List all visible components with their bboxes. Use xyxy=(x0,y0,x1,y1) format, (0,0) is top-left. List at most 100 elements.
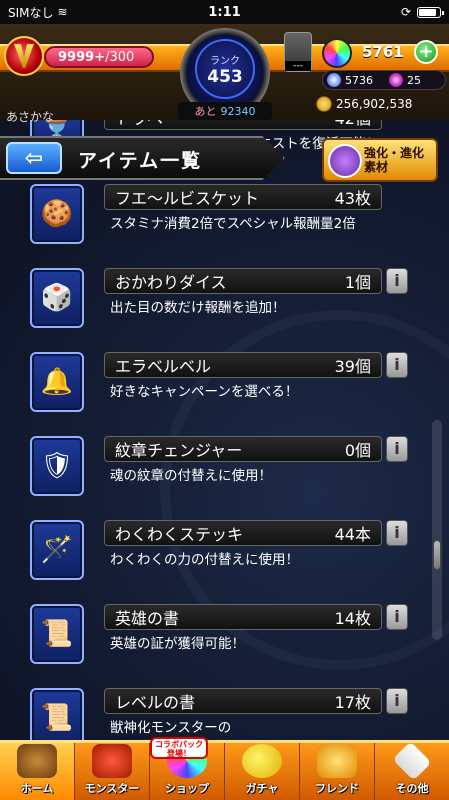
evolve-label-line1: 強化・進化 xyxy=(364,146,425,160)
rank-inner: ランク 453 xyxy=(195,39,255,99)
item-desc: 出た目の数だけ報酬を追加！ xyxy=(110,300,286,316)
item-name: トラベ xyxy=(115,120,163,129)
scrollbar-thumb[interactable] xyxy=(433,540,441,570)
item-list[interactable]: ⌛ トラベ 42個 タイムシフトで好きなクエストを復活可能！ 🍪 フエ〜ルビスケ… xyxy=(0,120,449,740)
dice-icon: 🎲 xyxy=(30,268,84,328)
list-item[interactable]: 🎲 おかわりダイス 1個 i 出た目の数だけ報酬を追加！ xyxy=(0,262,449,348)
item-desc: 好きなキャンペーンを選べる！ xyxy=(110,384,299,400)
list-item[interactable]: 🛡 紋章チェンジャー 0個 i 魂の紋章の付替えに使用！ xyxy=(0,430,449,516)
stamina-max: /300 xyxy=(105,49,135,65)
nav-label: その他 xyxy=(395,782,429,795)
hero-book-icon: 📜 xyxy=(30,604,84,664)
item-name-box: エラベルベル 39個 xyxy=(104,352,382,378)
item-name: おかわりダイス xyxy=(115,273,227,292)
stamina-icon xyxy=(4,36,44,76)
item-desc: 獣神化モンスターの xyxy=(110,720,232,736)
scrollbar-track[interactable] xyxy=(432,420,442,640)
info-button[interactable]: i xyxy=(386,688,408,714)
item-name-box: 紋章チェンジャー 0個 xyxy=(104,436,382,462)
item-name: わくわくステッキ xyxy=(115,525,244,544)
nav-other[interactable]: その他 xyxy=(375,741,449,800)
stick-icon: 🪄 xyxy=(30,520,84,580)
nav-gacha[interactable]: ガチャ xyxy=(225,743,300,800)
materials-icon xyxy=(328,144,362,178)
orb-count: 5761 xyxy=(362,43,404,61)
item-name: フエ〜ルビスケット xyxy=(115,189,260,208)
info-button[interactable]: i xyxy=(386,604,408,630)
collab-pack-badge: コラボパック登場！ xyxy=(150,737,208,759)
info-button[interactable]: i xyxy=(386,520,408,546)
biscuit-icon: 🍪 xyxy=(30,184,84,244)
item-name: 英雄の書 xyxy=(115,609,180,628)
item-count: 14枚 xyxy=(334,609,371,628)
friend-icon xyxy=(317,744,357,778)
list-item[interactable]: 🪄 わくわくステッキ 44本 i わくわくの力の付替えに使用！ xyxy=(0,514,449,600)
info-button[interactable]: i xyxy=(386,352,408,378)
item-name-box: わくわくステッキ 44本 xyxy=(104,520,382,546)
item-desc: スタミナ消費2倍でスペシャル報酬量2倍 xyxy=(110,216,356,232)
nav-label: ショップ xyxy=(165,782,209,795)
evolve-button-label: 強化・進化 素材 xyxy=(364,146,424,174)
carrier: SIMなし ≋ xyxy=(8,4,128,21)
stamina-value: 9999+ xyxy=(58,49,106,65)
gacha-icon xyxy=(242,744,282,778)
next-rank-label: あと xyxy=(194,105,217,118)
page-title: アイテム一覧 xyxy=(78,150,203,172)
level-book-icon: 📜 xyxy=(30,688,84,740)
list-item[interactable]: 🔔 エラベルベル 39個 i 好きなキャンペーンを選べる！ xyxy=(0,346,449,432)
back-arrow-icon: ⇦ xyxy=(24,145,44,171)
currency2-value: 25 xyxy=(407,73,421,87)
item-count: 43枚 xyxy=(334,189,371,208)
home-icon xyxy=(17,744,57,778)
soul-icon xyxy=(389,73,403,87)
monster-icon xyxy=(92,744,132,778)
list-item[interactable]: 📜 レベルの書 17枚 i 獣神化モンスターの xyxy=(0,682,449,740)
list-item[interactable]: 🍪 フエ〜ルビスケット 43枚 スタミナ消費2倍でスペシャル報酬量2倍 xyxy=(0,178,449,264)
nav-label: フレンド xyxy=(315,782,359,795)
rank-value: 453 xyxy=(207,66,243,87)
badge-slot[interactable]: --- xyxy=(284,32,312,72)
item-count: 44本 xyxy=(334,525,371,544)
bell-icon: 🔔 xyxy=(30,352,84,412)
nav-label: ホーム xyxy=(20,782,54,795)
item-name-box: 英雄の書 14枚 xyxy=(104,604,382,630)
item-desc: 英雄の証が獲得可能！ xyxy=(110,636,245,652)
item-name: レベルの書 xyxy=(115,693,196,712)
currency-box: 5736 25 xyxy=(322,70,446,90)
game-header: 9999+ /300 ランク 453 あと 92340 --- 5761 + 5… xyxy=(0,24,449,120)
stamina-gauge[interactable]: 9999+ /300 xyxy=(44,46,154,68)
wifi-icon: ≋ xyxy=(57,5,68,19)
evolve-materials-button[interactable]: 強化・進化 素材 xyxy=(322,138,438,182)
info-button[interactable]: i xyxy=(386,268,408,294)
clock: 1:11 xyxy=(208,4,241,20)
nav-home[interactable]: ホーム xyxy=(0,743,75,800)
item-count: 17枚 xyxy=(334,693,371,712)
list-item[interactable]: 📜 英雄の書 14枚 i 英雄の証が獲得可能！ xyxy=(0,598,449,684)
item-desc: 魂の紋章の付替えに使用！ xyxy=(110,468,272,484)
item-count: 0個 xyxy=(344,441,371,460)
item-count: 39個 xyxy=(334,357,371,376)
nav-friend[interactable]: フレンド xyxy=(300,743,375,800)
battery-icon xyxy=(417,6,444,18)
status-bar: SIMなし ≋ 1:11 ⟳ xyxy=(0,0,449,24)
medal-icon xyxy=(327,73,341,87)
info-button[interactable]: i xyxy=(386,436,408,462)
nav-label: モンスター xyxy=(84,782,140,795)
rank-label: ランク xyxy=(210,55,240,67)
coin-row: 256,902,538 xyxy=(316,94,446,114)
buy-orb-button[interactable]: + xyxy=(414,40,438,64)
status-right: ⟳ xyxy=(321,5,444,19)
item-count: 42個 xyxy=(335,120,371,129)
emblem-changer-icon: 🛡 xyxy=(30,436,84,496)
badge-value: --- xyxy=(285,61,311,71)
bottom-nav: ホーム モンスター ショップ ガチャ フレンド その他 xyxy=(0,740,449,800)
item-name-box: フエ〜ルビスケット 43枚 xyxy=(104,184,382,210)
nav-monster[interactable]: モンスター xyxy=(75,743,150,800)
other-icon xyxy=(392,741,432,781)
friend-name: あさかな xyxy=(6,110,55,124)
item-desc: わくわくの力の付替えに使用！ xyxy=(110,552,299,568)
back-button[interactable]: ⇦ xyxy=(6,142,62,174)
coin-value: 256,902,538 xyxy=(336,97,413,111)
item-name: エラベルベル xyxy=(115,357,212,376)
item-count: 1個 xyxy=(344,273,371,292)
